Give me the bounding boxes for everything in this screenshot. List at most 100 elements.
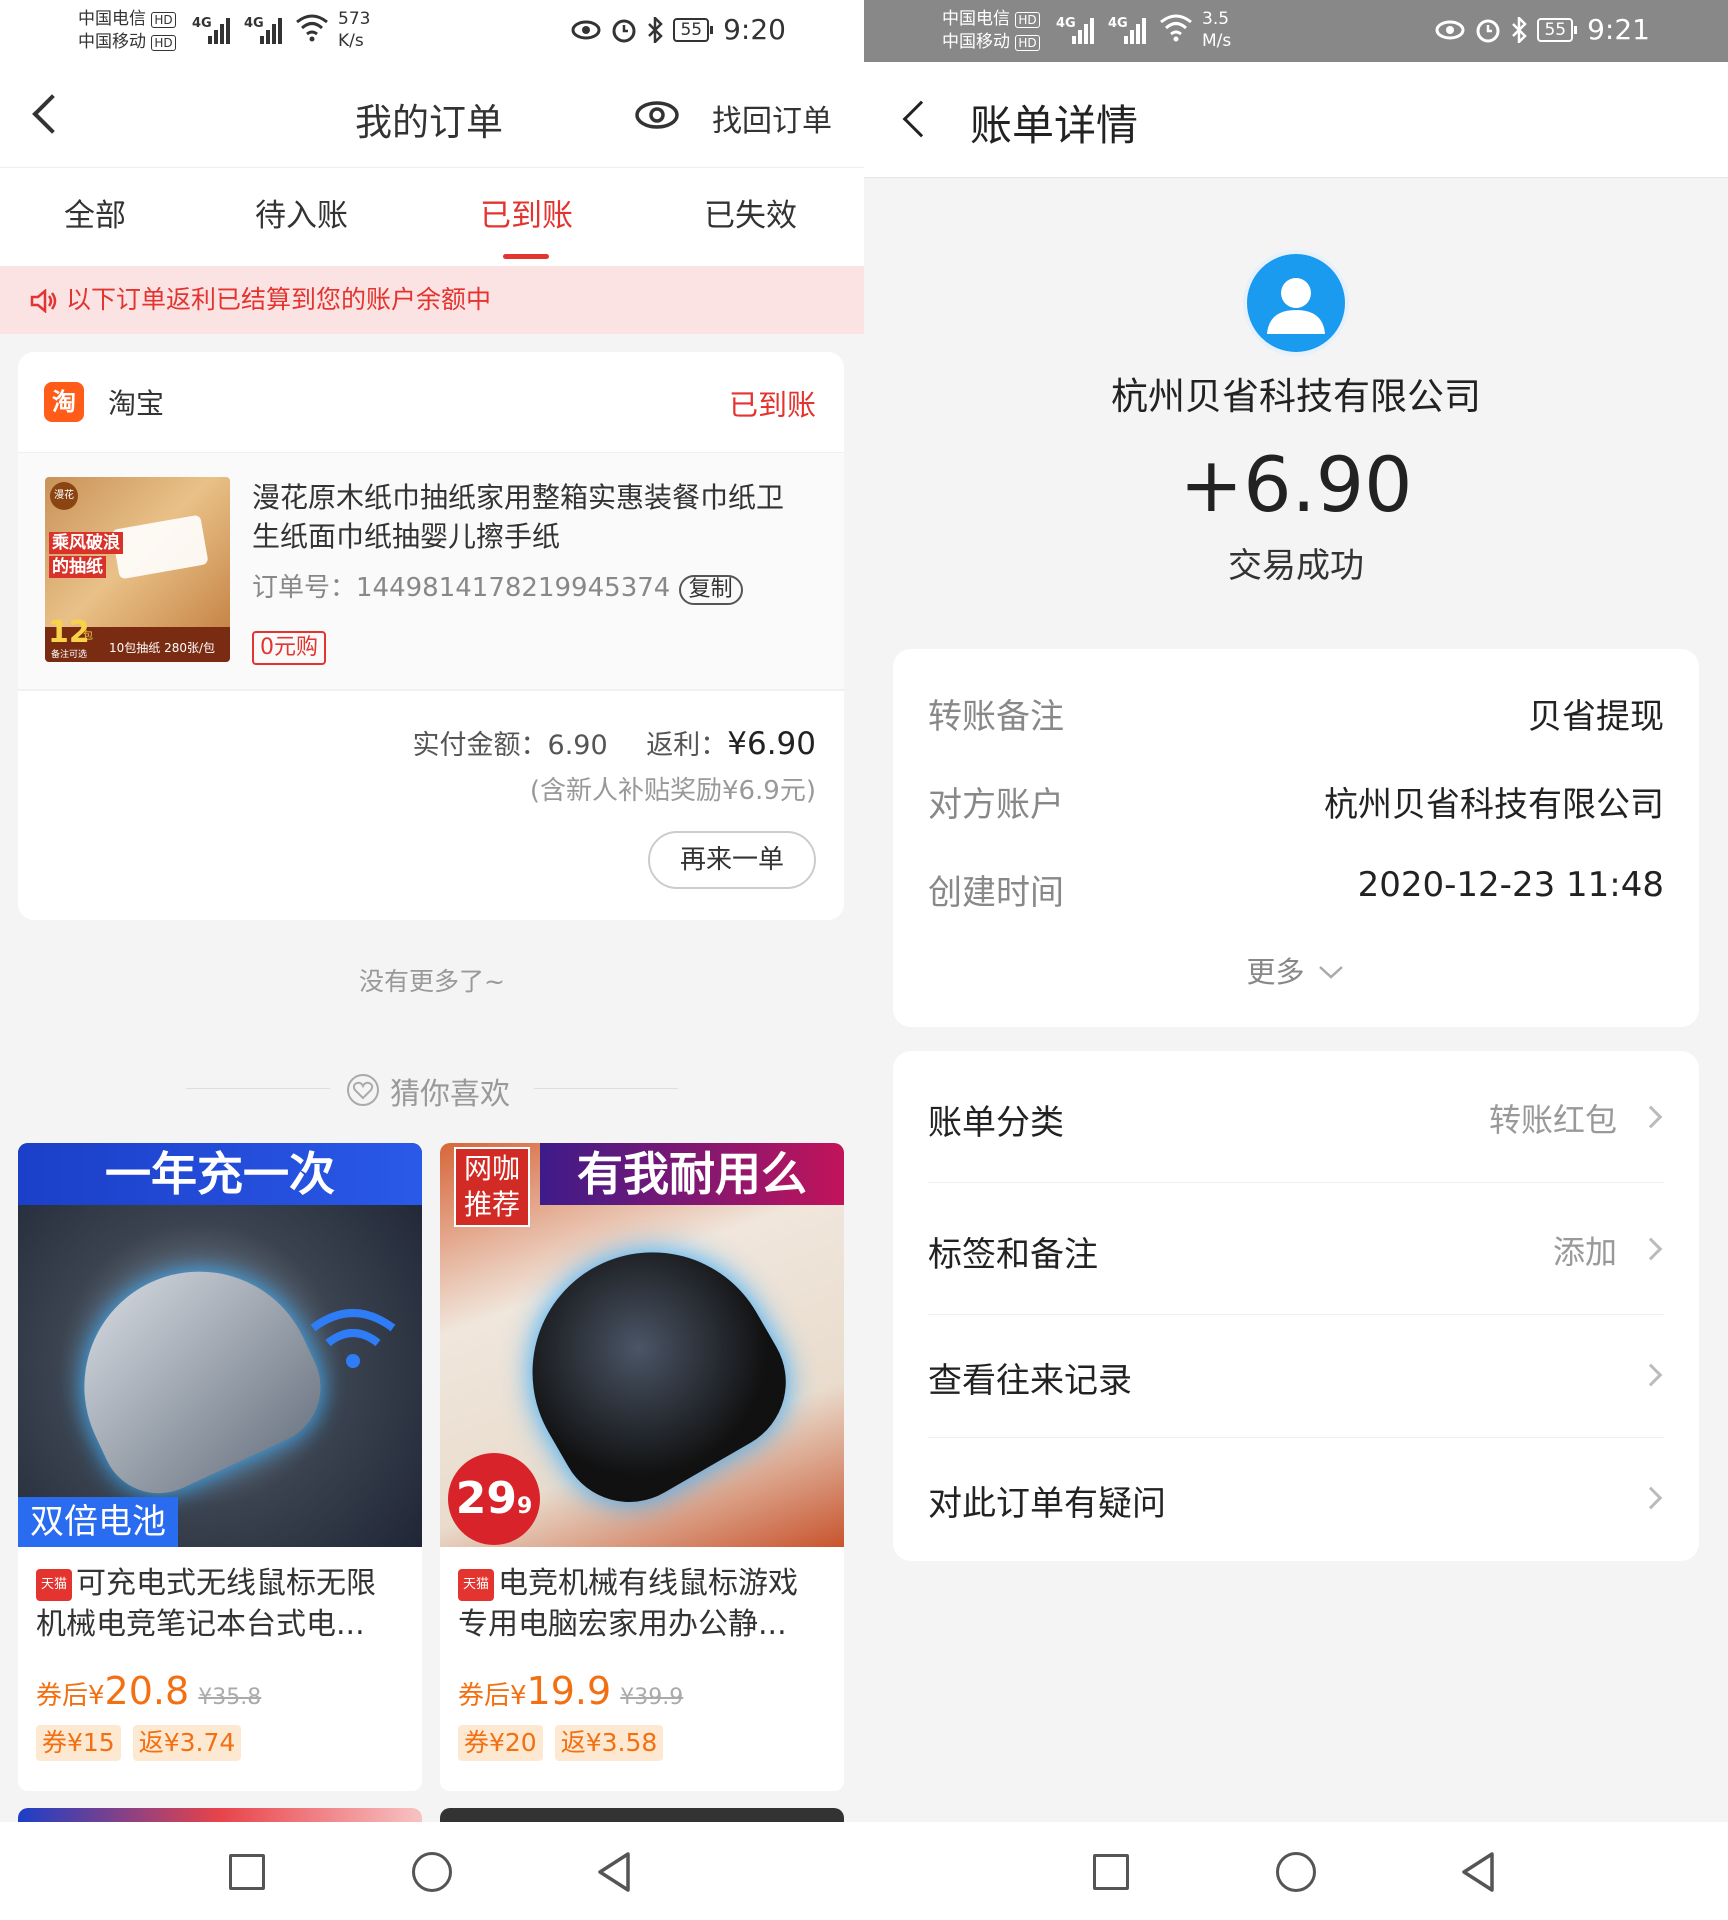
signal-icon-1 xyxy=(208,14,230,44)
home-icon[interactable] xyxy=(1276,1852,1316,1892)
tab-all[interactable]: 全部 xyxy=(64,190,126,235)
back-icon[interactable] xyxy=(32,94,72,134)
tab-expired[interactable]: 已失效 xyxy=(704,190,797,235)
alarm-icon xyxy=(612,19,636,42)
chevron-right-icon xyxy=(1639,1486,1663,1510)
zero-yuan-badge: 0元购 xyxy=(252,631,326,665)
detail-value: 2020-12-23 11:48 xyxy=(1357,865,1664,905)
orders-header: 我的订单 找回订单 xyxy=(0,62,864,168)
detail-label: 创建时间 xyxy=(928,873,1064,913)
system-nav-bar xyxy=(0,1822,864,1920)
clock: 9:20 xyxy=(723,13,786,46)
alarm-icon xyxy=(1476,19,1500,42)
eye-icon[interactable] xyxy=(634,98,680,132)
wifi-icon xyxy=(310,1309,396,1368)
transaction-details-card: 转账备注 贝省提现 对方账户 杭州贝省科技有限公司 创建时间 2020-12-2… xyxy=(893,649,1699,1027)
payment-summary: 实付金额：6.90 返利：¥6.90 xyxy=(412,726,816,762)
amount: +6.90 xyxy=(1179,440,1413,529)
menu-item-tags[interactable]: 标签和备注 添加 xyxy=(893,1183,1699,1314)
avatar xyxy=(1243,250,1349,356)
menu-item-history[interactable]: 查看往来记录 xyxy=(893,1315,1699,1437)
speaker-icon xyxy=(30,288,57,314)
product-image: 漫花 乘风破浪 的抽纸 12 包 备注可选 10包抽纸 280张/包 xyxy=(45,477,230,662)
tab-pending[interactable]: 待入账 xyxy=(255,190,348,235)
carrier-2: 中国移动 HD xyxy=(942,31,1040,54)
detail-label: 转账备注 xyxy=(928,697,1064,737)
coupon-badge: 券¥20 xyxy=(458,1725,543,1761)
product-title: 天猫 电竞机械有线鼠标游戏 专用电脑宏家用办公静... xyxy=(458,1566,798,1642)
payee-name: 杭州贝省科技有限公司 xyxy=(1111,375,1481,418)
copy-button[interactable]: 复制 xyxy=(678,575,743,605)
page-title: 我的订单 xyxy=(355,101,503,144)
bluetooth-icon xyxy=(648,16,664,43)
taobao-logo: 淘 xyxy=(44,382,84,422)
cafe-recommend-badge: 网咖 推荐 xyxy=(454,1147,530,1227)
rebate-badge: 返¥3.58 xyxy=(554,1725,664,1761)
bill-detail-screen: 中国电信 HD 中国移动 HD 4G 4G 3.5 M/s 55 9:21 账单详… xyxy=(864,0,1728,1920)
tmall-icon: 天猫 xyxy=(36,1568,72,1601)
rebuy-button[interactable]: 再来一单 xyxy=(648,831,816,889)
carrier-2: 中国移动 HD xyxy=(78,31,176,54)
signal-icon-2 xyxy=(1124,14,1146,44)
detail-value: 贝省提现 xyxy=(1528,697,1664,737)
guess-you-like-title: 猜你喜欢 xyxy=(390,1077,510,1112)
notice-bar: 以下订单返利已结算到您的账户余额中 xyxy=(0,266,864,334)
active-tab-indicator xyxy=(503,254,549,259)
chevron-down-icon xyxy=(1318,966,1343,979)
order-status: 已到账 xyxy=(728,388,816,422)
chevron-right-icon xyxy=(1639,1105,1663,1129)
coupon-badge: 券¥15 xyxy=(36,1725,121,1761)
status-bar: 中国电信 HD 中国移动 HD 4G 4G 573 K/s 55 9:20 xyxy=(0,0,864,62)
eye-icon xyxy=(1435,20,1465,39)
product-image: 一年充一次 双倍电池 xyxy=(18,1143,422,1547)
net-speed: 573 K/s xyxy=(338,9,371,51)
shop-name: 淘宝 xyxy=(108,387,165,420)
detail-value: 杭州贝省科技有限公司 xyxy=(1324,785,1664,825)
bill-menu-card: 账单分类 转账红包 标签和备注 添加 查看往来记录 对此订单有疑问 xyxy=(893,1051,1699,1561)
user-icon xyxy=(1267,278,1325,334)
back-icon[interactable] xyxy=(902,100,940,138)
recents-icon[interactable] xyxy=(229,1854,265,1890)
product-image: 有我耐用么 网咖 推荐 299 xyxy=(440,1143,844,1547)
chevron-right-icon xyxy=(1639,1363,1663,1387)
system-nav-bar xyxy=(864,1822,1728,1920)
battery-icon: 55 xyxy=(1537,17,1577,42)
carrier-1: 中国电信 HD xyxy=(942,8,1040,31)
page-title: 账单详情 xyxy=(970,101,1139,150)
wifi-icon xyxy=(1160,14,1192,42)
recents-icon[interactable] xyxy=(1093,1854,1129,1890)
menu-item-dispute[interactable]: 对此订单有疑问 xyxy=(893,1438,1699,1561)
battery-icon: 55 xyxy=(673,17,713,42)
transaction-status: 交易成功 xyxy=(1228,546,1364,586)
menu-item-category[interactable]: 账单分类 转账红包 xyxy=(893,1051,1699,1182)
product-title: 漫花原木纸巾抽纸家用整箱实惠装餐巾纸卫 生纸面巾纸抽婴儿擦手纸 xyxy=(252,481,785,553)
signal-icon-1 xyxy=(1072,14,1094,44)
home-icon[interactable] xyxy=(412,1852,452,1892)
status-bar: 中国电信 HD 中国移动 HD 4G 4G 3.5 M/s 55 9:21 xyxy=(864,0,1728,62)
product-card[interactable]: 一年充一次 双倍电池 天猫 可充电式无线鼠标无限 机械电竞笔记本台式电... 券后… xyxy=(18,1143,422,1791)
no-more-text: 没有更多了~ xyxy=(359,967,505,996)
product-title: 天猫 可充电式无线鼠标无限 机械电竞笔记本台式电... xyxy=(36,1566,376,1642)
bluetooth-icon xyxy=(1512,16,1528,43)
chevron-right-icon xyxy=(1639,1237,1663,1261)
net-speed: 3.5 M/s xyxy=(1202,9,1232,51)
product-price: 券后¥20.8 ¥35.8 xyxy=(36,1669,262,1713)
order-tabs: 全部 待入账 已到账 已失效 xyxy=(0,168,864,266)
back-icon[interactable] xyxy=(594,1850,634,1894)
clock: 9:21 xyxy=(1587,13,1650,46)
order-number: 订单号：1449814178219945374 复制 xyxy=(252,567,743,605)
tmall-icon: 天猫 xyxy=(458,1568,494,1601)
tab-received[interactable]: 已到账 xyxy=(480,190,573,235)
detail-label: 对方账户 xyxy=(928,785,1064,825)
retrieve-order-link[interactable]: 找回订单 xyxy=(712,96,832,140)
rebate-badge: 返¥3.74 xyxy=(132,1725,242,1761)
orders-screen: 中国电信 HD 中国移动 HD 4G 4G 573 K/s 55 9:20 我的订… xyxy=(0,0,864,1920)
more-toggle[interactable]: 更多 xyxy=(893,949,1699,991)
eye-icon xyxy=(571,20,601,39)
wifi-icon xyxy=(296,14,328,42)
price-tag: 299 xyxy=(448,1453,540,1545)
product-price: 券后¥19.9 ¥39.9 xyxy=(458,1669,684,1713)
back-icon[interactable] xyxy=(1458,1850,1498,1894)
product-card[interactable]: 有我耐用么 网咖 推荐 299 天猫 电竞机械有线鼠标游戏 专用电脑宏家用办公静..… xyxy=(440,1143,844,1791)
carrier-1: 中国电信 HD xyxy=(78,8,176,31)
